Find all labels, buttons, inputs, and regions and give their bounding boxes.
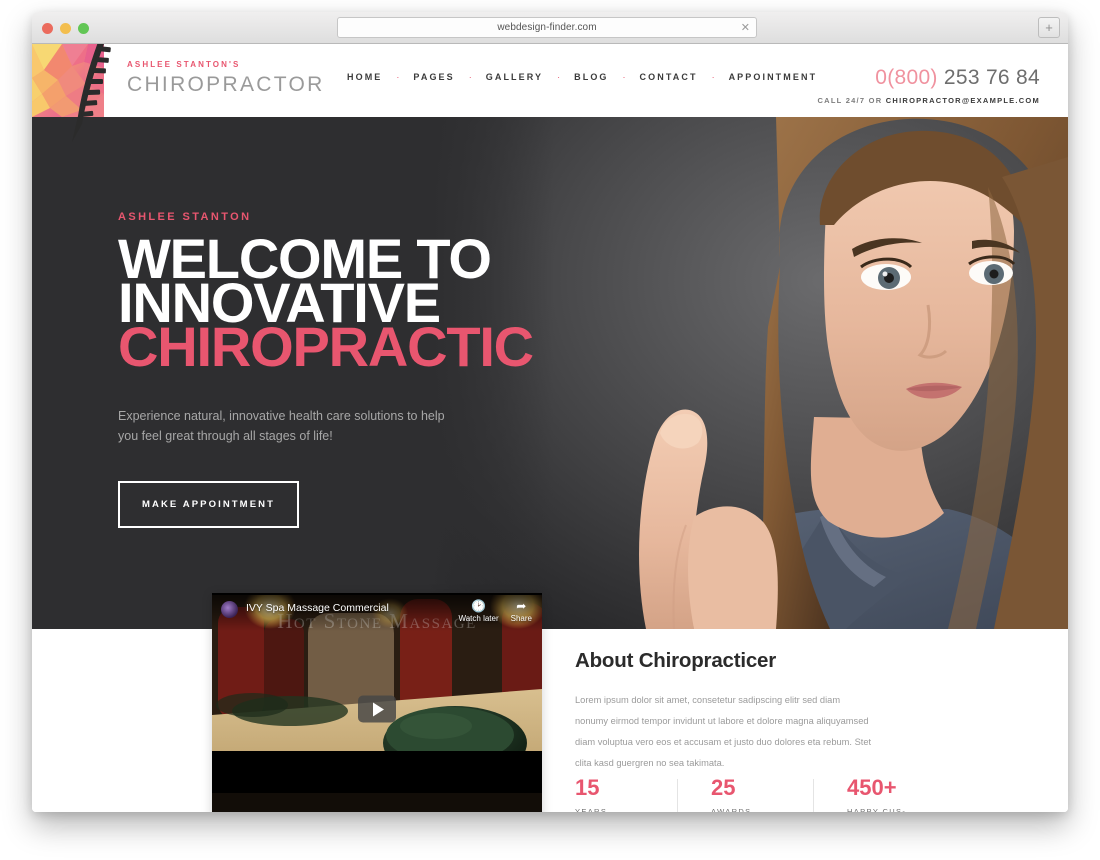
- nav-item-appointment[interactable]: APPOINTMENT: [729, 72, 818, 82]
- hero-title: WELCOME TO INNOVATIVE CHIROPRACTIC: [118, 231, 534, 375]
- page-viewport: ASHLEE STANTON'S CHIROPRACTOR HOME · PAG…: [32, 44, 1068, 812]
- about-paragraph: Lorem ipsum dolor sit amet, consetetur s…: [575, 695, 872, 768]
- stat-label: YEARS EXPERI-ENCE: [575, 807, 608, 812]
- stat-item: 15 YEARS EXPERI-ENCE: [575, 777, 678, 812]
- video-player[interactable]: Hot Stone Massage IVY Spa Massage Commer…: [212, 593, 542, 812]
- nav-separator: ·: [711, 72, 715, 82]
- stat-number: 15: [575, 775, 600, 800]
- play-button-icon[interactable]: [358, 695, 396, 723]
- nav-item-home[interactable]: HOME: [347, 72, 382, 82]
- nav-separator: ·: [396, 72, 400, 82]
- brand-name: CHIROPRACTOR: [127, 73, 325, 96]
- url-text: webdesign-finder.com: [497, 22, 597, 33]
- browser-window: webdesign-finder.com ✕ + ASHLEE STANTON'…: [32, 12, 1068, 812]
- phone-number[interactable]: 0(800) 253 76 84: [818, 66, 1040, 90]
- zoom-window-button[interactable]: [78, 23, 89, 34]
- browser-titlebar: webdesign-finder.com ✕ +: [32, 12, 1068, 44]
- phone-digits: 253 76 84: [943, 66, 1040, 89]
- spine-graphic: [72, 44, 111, 142]
- share-button[interactable]: ➦ Share: [510, 599, 532, 624]
- stats-row: 15 YEARS EXPERI-ENCE 25 AWARDS NOMINEES …: [575, 777, 983, 812]
- window-controls: [42, 23, 89, 34]
- share-arrow-icon: ➦: [516, 599, 527, 613]
- share-label: Share: [510, 614, 532, 623]
- hero-eyebrow: ASHLEE STANTON: [118, 211, 252, 223]
- hero-copy: ASHLEE STANTON WELCOME TO INNOVATIVE CHI…: [118, 211, 534, 528]
- stat-label: AWARDS NOMINEES: [711, 807, 752, 812]
- brand-lockup[interactable]: ASHLEE STANTON'S CHIROPRACTOR: [127, 60, 325, 97]
- nav-separator: ·: [468, 72, 472, 82]
- header-contact: 0(800) 253 76 84 CALL 24/7 OR CHIROPRACT…: [818, 66, 1040, 105]
- phone-prefix: 0(800): [875, 66, 938, 89]
- about-column: About Chiropracticer Lorem ipsum dolor s…: [575, 649, 875, 774]
- nav-item-contact[interactable]: CONTACT: [640, 72, 698, 82]
- contact-email-line: CALL 24/7 OR CHIROPRACTOR@EXAMPLE.COM: [818, 96, 1040, 105]
- stat-number: 25: [711, 775, 736, 800]
- site-header: ASHLEE STANTON'S CHIROPRACTOR HOME · PAG…: [32, 44, 1068, 142]
- main-navigation: HOME · PAGES · GALLERY · BLOG · CONTACT …: [347, 72, 817, 82]
- video-actions: 🕑 Watch later ➦ Share: [458, 599, 532, 624]
- nav-item-pages[interactable]: PAGES: [413, 72, 454, 82]
- hero-section: ASHLEE STANTON WELCOME TO INNOVATIVE CHI…: [32, 117, 1068, 629]
- spine-logo-icon[interactable]: [32, 44, 111, 142]
- stat-label: HAPPY CUS-TOMERS: [847, 807, 907, 812]
- about-heading: About Chiropracticer: [575, 649, 777, 672]
- about-section: Hot Stone Massage IVY Spa Massage Commer…: [32, 593, 1068, 812]
- watch-later-label: Watch later: [458, 614, 499, 623]
- close-window-button[interactable]: [42, 23, 53, 34]
- stat-item: 25 AWARDS NOMINEES: [711, 777, 814, 812]
- watch-later-button[interactable]: 🕑 Watch later: [458, 599, 499, 624]
- hero-subtitle-line-2: you feel great through all stages of lif…: [118, 429, 333, 444]
- minimize-window-button[interactable]: [60, 23, 71, 34]
- nav-separator: ·: [557, 72, 561, 82]
- hero-subtitle: Experience natural, innovative health ca…: [118, 406, 533, 447]
- hero-title-line-3: CHIROPRACTIC: [118, 315, 534, 379]
- video-header-bar: IVY Spa Massage Commercial 🕑 Watch later…: [212, 593, 542, 631]
- call-prefix-label: CALL 24/7 OR: [817, 96, 886, 105]
- make-appointment-button[interactable]: MAKE APPOINTMENT: [118, 480, 299, 528]
- stat-number: 450+: [847, 775, 897, 800]
- address-bar[interactable]: webdesign-finder.com ✕: [337, 17, 757, 38]
- clock-icon: 🕑: [471, 599, 487, 613]
- plus-icon[interactable]: +: [1038, 17, 1060, 38]
- video-title: IVY Spa Massage Commercial: [246, 602, 389, 614]
- nav-separator: ·: [622, 72, 626, 82]
- channel-avatar[interactable]: [221, 601, 238, 618]
- hero-subtitle-line-1: Experience natural, innovative health ca…: [118, 408, 445, 423]
- brand-tagline: ASHLEE STANTON'S: [127, 60, 241, 69]
- stat-item: 450+ HAPPY CUS-TOMERS: [847, 775, 950, 813]
- nav-item-blog[interactable]: BLOG: [574, 72, 608, 82]
- contact-email[interactable]: CHIROPRACTOR@EXAMPLE.COM: [886, 96, 1040, 105]
- close-x-icon[interactable]: ✕: [741, 21, 750, 35]
- nav-item-gallery[interactable]: GALLERY: [486, 72, 543, 82]
